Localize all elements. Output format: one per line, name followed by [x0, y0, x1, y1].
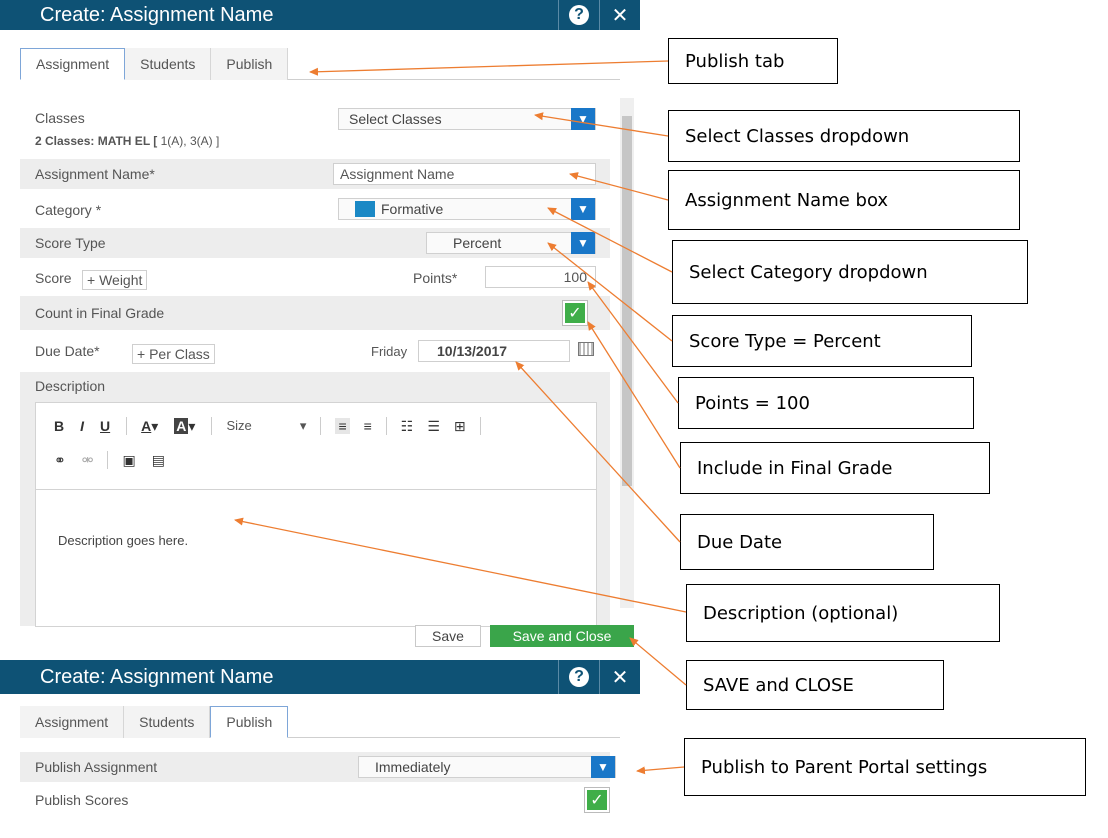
arrow-score-type [547, 242, 673, 342]
arrow-description [234, 517, 687, 613]
arrow-select-category [547, 207, 673, 273]
annotation-arrows [234, 60, 687, 775]
arrow-save-close [629, 637, 687, 686]
arrow-due-date [515, 361, 681, 543]
arrow-select-classes [534, 112, 669, 137]
arrow-publish-tab [309, 60, 669, 76]
arrow-publish-portal [636, 766, 685, 775]
arrow-assignment-name [569, 172, 669, 201]
